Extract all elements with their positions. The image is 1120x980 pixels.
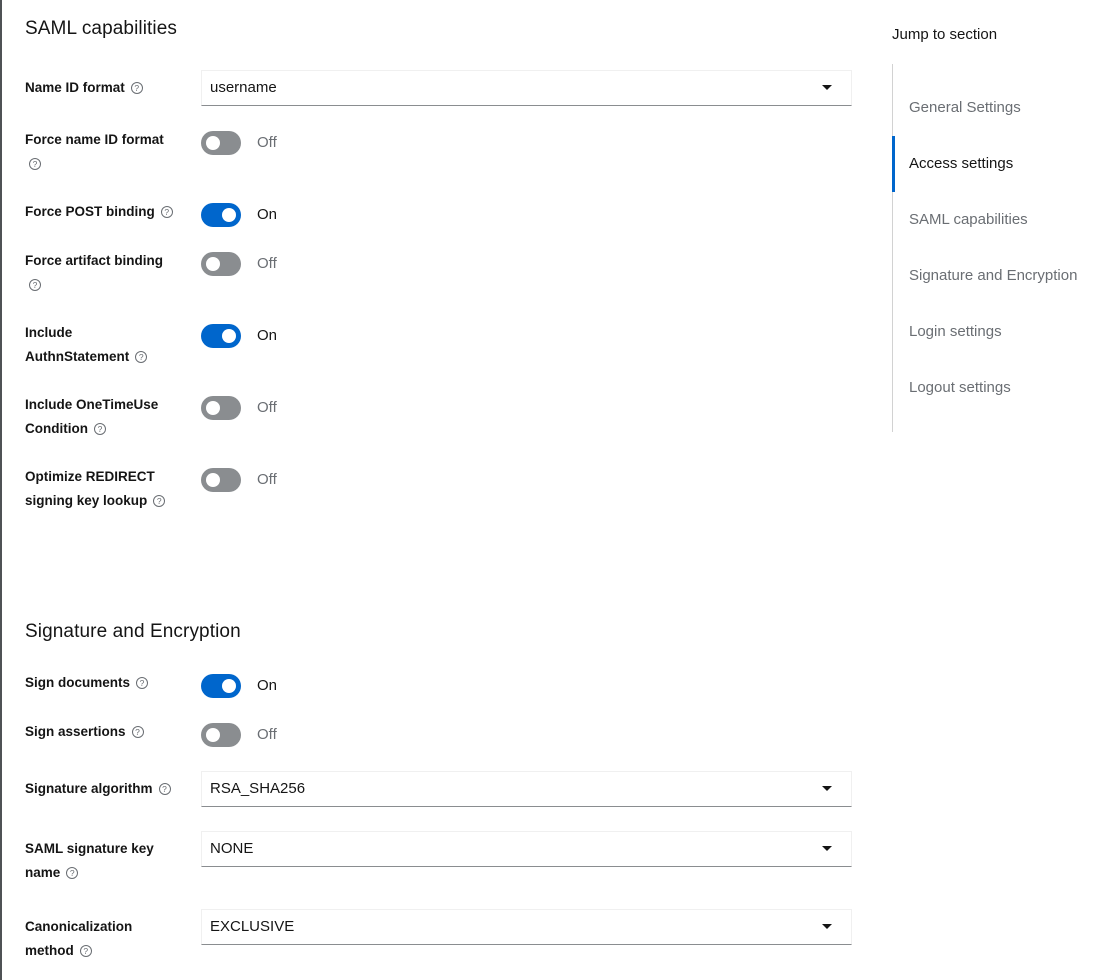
toggle-state-text: Off: [257, 255, 277, 272]
include-onetimeuse-toggle[interactable]: [201, 396, 241, 420]
toggle-knob: [206, 473, 220, 487]
label-text: Include OneTimeUse: [25, 397, 159, 412]
help-icon[interactable]: ?: [131, 726, 144, 738]
toggle-state-text: On: [257, 677, 278, 694]
jump-link-signature-encryption[interactable]: Signature and Encryption: [893, 248, 1113, 304]
label-text: method: [25, 943, 74, 958]
help-icon[interactable]: ?: [79, 945, 92, 957]
name-id-format-label: Name ID format?: [25, 76, 185, 100]
caret-down-icon: [822, 846, 832, 851]
optimize-redirect-label: Optimize REDIRECT signing key lookup?: [25, 465, 185, 513]
label-text: Sign assertions: [25, 724, 126, 739]
signature-algorithm-select[interactable]: RSA_SHA256: [201, 771, 852, 807]
label-text: Condition: [25, 421, 88, 436]
label-text: Sign documents: [25, 675, 131, 690]
toggle-knob: [206, 401, 220, 415]
label-text: SAML signature key: [25, 841, 154, 856]
label-text: Force name ID format: [25, 132, 164, 147]
toggle-knob: [206, 136, 220, 150]
sign-assertions-label: Sign assertions?: [25, 720, 185, 744]
sign-documents-toggle[interactable]: [201, 674, 241, 698]
label-text: Include: [25, 325, 73, 340]
select-value: EXCLUSIVE: [210, 918, 295, 935]
include-authn-statement-label: Include AuthnStatement?: [25, 321, 185, 369]
toggle-knob: [206, 257, 220, 271]
toggle-state-text: On: [257, 206, 278, 223]
caret-down-icon: [822, 85, 832, 90]
toggle-knob: [222, 329, 236, 343]
caret-down-icon: [822, 786, 832, 791]
label-text: Optimize REDIRECT: [25, 469, 155, 484]
help-icon[interactable]: ?: [136, 677, 149, 689]
saml-signature-key-name-select[interactable]: NONE: [201, 831, 852, 867]
signature-algorithm-label: Signature algorithm?: [25, 777, 185, 801]
toggle-knob: [222, 208, 236, 222]
jump-link-saml-capabilities[interactable]: SAML capabilities: [893, 192, 1113, 248]
include-onetimeuse-label: Include OneTimeUse Condition?: [25, 393, 185, 441]
select-value: NONE: [210, 840, 254, 857]
force-artifact-binding-label: Force artifact binding?: [25, 249, 185, 297]
include-authn-statement-toggle[interactable]: [201, 324, 241, 348]
force-post-binding-label: Force POST binding?: [25, 200, 185, 224]
label-text: Canonicalization: [25, 919, 133, 934]
help-icon[interactable]: ?: [93, 423, 106, 435]
label-text: Signature algorithm: [25, 781, 153, 796]
jump-link-access-settings[interactable]: Access settings: [892, 136, 1113, 192]
left-border: [0, 0, 2, 980]
toggle-state-text: Off: [257, 726, 277, 743]
toggle-state-text: Off: [257, 134, 277, 151]
label-text: Force POST binding: [25, 204, 155, 219]
help-icon[interactable]: ?: [66, 867, 79, 879]
toggle-knob: [206, 728, 220, 742]
name-id-format-select[interactable]: username: [201, 70, 852, 106]
help-icon[interactable]: ?: [153, 495, 166, 507]
label-text: signing key lookup: [25, 493, 148, 508]
toggle-state-text: Off: [257, 471, 277, 488]
sign-documents-label: Sign documents?: [25, 671, 185, 695]
label-text: AuthnStatement: [25, 349, 130, 364]
help-icon[interactable]: ?: [135, 351, 148, 363]
force-artifact-binding-toggle[interactable]: [201, 252, 241, 276]
section-title-signature-encryption: Signature and Encryption: [25, 621, 241, 642]
canonicalization-method-label: Canonicalization method?: [25, 915, 185, 963]
sign-assertions-toggle[interactable]: [201, 723, 241, 747]
jump-to-section-title: Jump to section: [892, 26, 998, 43]
toggle-state-text: On: [257, 327, 278, 344]
canonicalization-method-select[interactable]: EXCLUSIVE: [201, 909, 852, 945]
jump-link-logout-settings[interactable]: Logout settings: [893, 360, 1113, 416]
select-value: RSA_SHA256: [210, 780, 306, 797]
toggle-state-text: Off: [257, 399, 277, 416]
toggle-knob: [222, 679, 236, 693]
jump-to-section-nav: General Settings Access settings SAML ca…: [892, 64, 1112, 432]
help-icon[interactable]: ?: [29, 279, 41, 291]
optimize-redirect-toggle[interactable]: [201, 468, 241, 492]
label-text: Force artifact binding: [25, 253, 164, 268]
select-value: username: [210, 79, 277, 96]
saml-signature-key-name-label: SAML signature key name?: [25, 837, 185, 885]
help-icon[interactable]: ?: [29, 158, 41, 170]
force-post-binding-toggle[interactable]: [201, 203, 241, 227]
label-text: Name ID format: [25, 80, 125, 95]
help-icon[interactable]: ?: [160, 206, 173, 218]
force-name-id-format-toggle[interactable]: [201, 131, 241, 155]
section-title-saml-capabilities: SAML capabilities: [25, 18, 178, 39]
jump-link-login-settings[interactable]: Login settings: [893, 304, 1113, 360]
help-icon[interactable]: ?: [130, 82, 143, 94]
help-icon[interactable]: ?: [158, 783, 171, 795]
caret-down-icon: [822, 924, 832, 929]
label-text: name: [25, 865, 61, 880]
jump-link-general-settings[interactable]: General Settings: [893, 80, 1113, 136]
force-name-id-format-label: Force name ID format?: [25, 128, 185, 176]
